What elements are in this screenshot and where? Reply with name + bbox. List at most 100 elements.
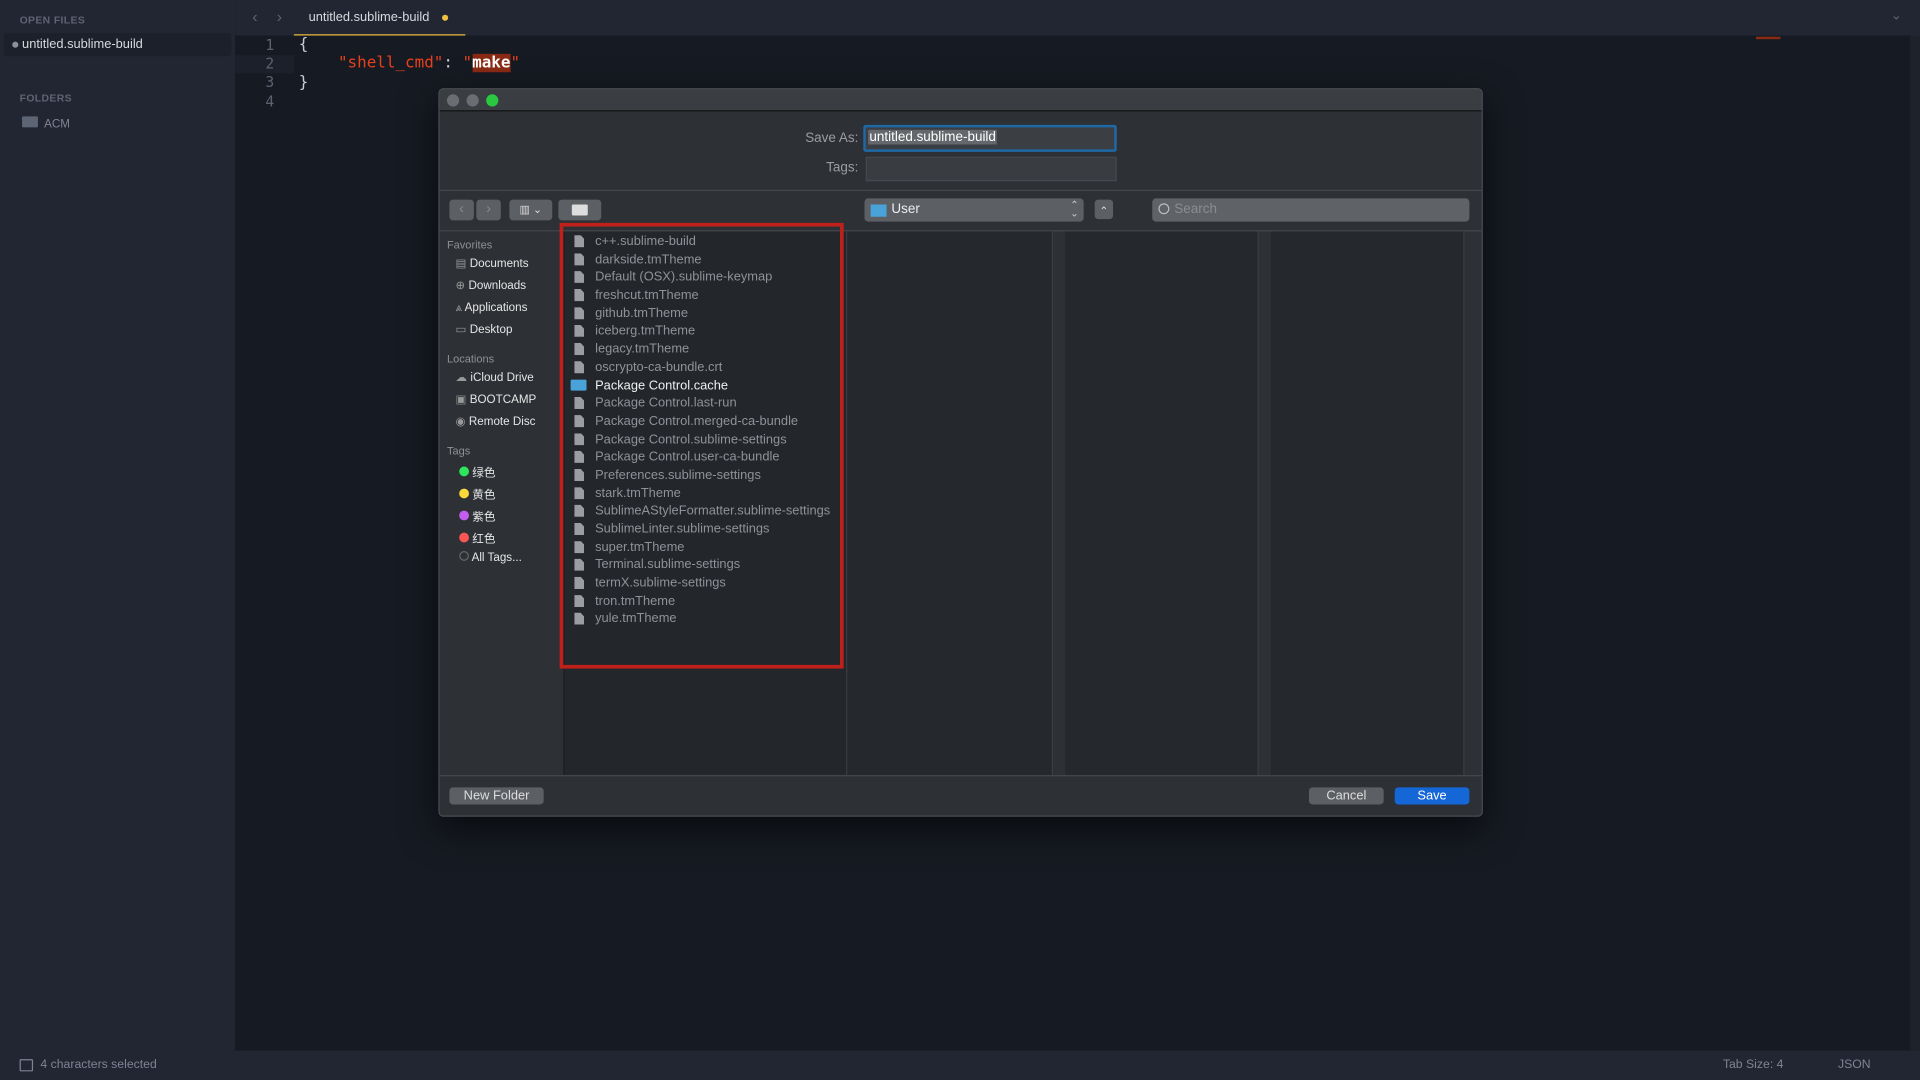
sidebar-item-bootcamp[interactable]: ▣ BOOTCAMP [456, 393, 537, 406]
selection-status: 4 characters selected [40, 1057, 157, 1072]
sidebar-item-icloud[interactable]: ☁ iCloud Drive [456, 371, 534, 384]
json-colon: : [443, 53, 463, 73]
tag-label: 紫色 [472, 510, 496, 525]
minimize-button[interactable] [466, 94, 479, 107]
open-files-heading: OPEN FILES [19, 13, 86, 26]
forward-button[interactable]: › [476, 199, 501, 221]
code-line: "shell_cmd": "make" [337, 53, 521, 73]
highlight-box [559, 222, 844, 669]
save-dialog: Save As: untitled.sublime-build Tags: ‹ … [438, 88, 1483, 817]
tag-label: 红色 [472, 532, 496, 547]
tags-heading: Tags [446, 444, 471, 457]
panel-toggle-icon[interactable] [19, 1059, 34, 1072]
quote: " [510, 53, 521, 73]
line-number: 3 [265, 73, 275, 91]
sidebar-item-downloads[interactable]: ⊕ Downloads [456, 279, 527, 292]
line-number: 2 [265, 55, 275, 73]
line-number: 1 [265, 36, 275, 54]
location-popup[interactable]: User ⌃ ⌄ [864, 198, 1084, 222]
tag-dot-icon [459, 510, 469, 521]
tag-dot-icon [459, 532, 469, 543]
tag-label: 绿色 [472, 466, 496, 481]
disk-icon: ▣ [455, 393, 470, 407]
minimap[interactable] [1755, 36, 1781, 40]
tag-label: All Tags... [471, 551, 522, 565]
desktop-icon: ▭ [455, 323, 470, 337]
new-folder-button[interactable]: New Folder [449, 787, 544, 805]
sidebar-item-desktop[interactable]: ▭ Desktop [456, 323, 513, 336]
downloads-icon: ⊕ [455, 279, 469, 293]
sidebar-item-applications[interactable]: ⩓ Applications [456, 301, 528, 314]
close-button[interactable] [446, 94, 460, 107]
item-label: Desktop [469, 323, 513, 337]
documents-icon: ▤ [455, 257, 470, 271]
updown-chevron-icon: ⌃ ⌄ [1070, 199, 1079, 220]
sidebar-item-documents[interactable]: ▤ Documents [456, 257, 529, 270]
save-as-label: Save As: [805, 131, 859, 146]
folders-heading: FOLDERS [19, 91, 72, 105]
status-bar: 4 characters selected Tab Size: 4 JSON [0, 1050, 1920, 1080]
item-label: iCloud Drive [470, 371, 534, 385]
tab-label: untitled.sublime-build [308, 9, 430, 25]
back-button[interactable]: ‹ [449, 199, 474, 221]
zoom-button[interactable] [486, 94, 499, 107]
location-label: User [891, 202, 920, 217]
folder-icon [22, 116, 38, 128]
browser-column[interactable] [1271, 231, 1465, 776]
chevron-down-icon[interactable]: ⌄ [1891, 7, 1902, 24]
search-placeholder: Search [1174, 202, 1217, 217]
scrollbar[interactable] [1910, 35, 1920, 1051]
forward-arrow-icon[interactable]: › [277, 7, 282, 25]
line-number: 4 [265, 93, 275, 111]
tag-green[interactable]: 绿色 [459, 463, 495, 480]
json-key: "shell_cmd" [337, 53, 444, 73]
cancel-button[interactable]: Cancel [1308, 787, 1384, 805]
tag-all[interactable]: All Tags... [459, 551, 522, 564]
disc-icon: ◉ [455, 415, 469, 429]
search-input[interactable]: Search [1152, 198, 1470, 222]
locations-heading: Locations [446, 352, 495, 365]
tag-purple[interactable]: 紫色 [459, 507, 495, 524]
tag-label: 黄色 [472, 488, 496, 503]
browser-column[interactable] [1065, 231, 1259, 776]
code-line: { [298, 35, 309, 54]
tag-red[interactable]: 红色 [459, 529, 495, 546]
sidebar-item-remote-disc[interactable]: ◉ Remote Disc [456, 415, 536, 428]
tag-dot-icon [459, 466, 469, 477]
item-label: Applications [464, 301, 528, 315]
item-label: Documents [469, 257, 529, 271]
open-file-item[interactable]: untitled.sublime-build [3, 33, 232, 57]
expand-collapse-button[interactable]: ⌃ [1094, 199, 1114, 220]
save-button[interactable]: Save [1394, 787, 1470, 805]
browser-column[interactable] [847, 231, 1054, 776]
folder-item-acm[interactable]: ACM [22, 114, 169, 134]
view-mode-button[interactable]: ▥ ⌄ [509, 199, 553, 221]
modified-dot-icon [442, 14, 449, 21]
folder-icon [870, 204, 887, 217]
cloud-icon: ☁ [455, 371, 471, 385]
tags-label: Tags: [826, 160, 859, 176]
tab-size-status[interactable]: Tab Size: 4 [1723, 1058, 1784, 1071]
code-line: } [298, 73, 309, 92]
divider [439, 189, 1482, 192]
sidebar: OPEN FILES untitled.sublime-build FOLDER… [0, 0, 236, 1051]
item-label: Remote Disc [468, 415, 536, 429]
back-arrow-icon[interactable]: ‹ [252, 7, 257, 25]
syntax-status[interactable]: JSON [1838, 1058, 1871, 1071]
new-folder-icon-button[interactable] [558, 199, 602, 221]
favorites-heading: Favorites [446, 238, 493, 252]
tag-yellow[interactable]: 黄色 [459, 485, 495, 502]
tags-input[interactable] [865, 156, 1117, 182]
dialog-sidebar: Favorites ▤ Documents ⊕ Downloads ⩓ Appl… [439, 231, 565, 776]
folder-label: ACM [44, 117, 70, 132]
save-as-value: untitled.sublime-build [868, 129, 998, 145]
dialog-footer: New Folder Cancel Save [439, 775, 1482, 816]
all-tags-icon [459, 551, 469, 561]
save-as-input[interactable]: untitled.sublime-build [863, 124, 1117, 152]
tag-dot-icon [459, 488, 469, 499]
file-dot-icon [12, 41, 19, 48]
tab-untitled[interactable]: untitled.sublime-build [293, 0, 466, 36]
search-icon [1158, 203, 1170, 215]
dialog-titlebar [439, 89, 1482, 112]
selected-text: make [472, 53, 511, 73]
